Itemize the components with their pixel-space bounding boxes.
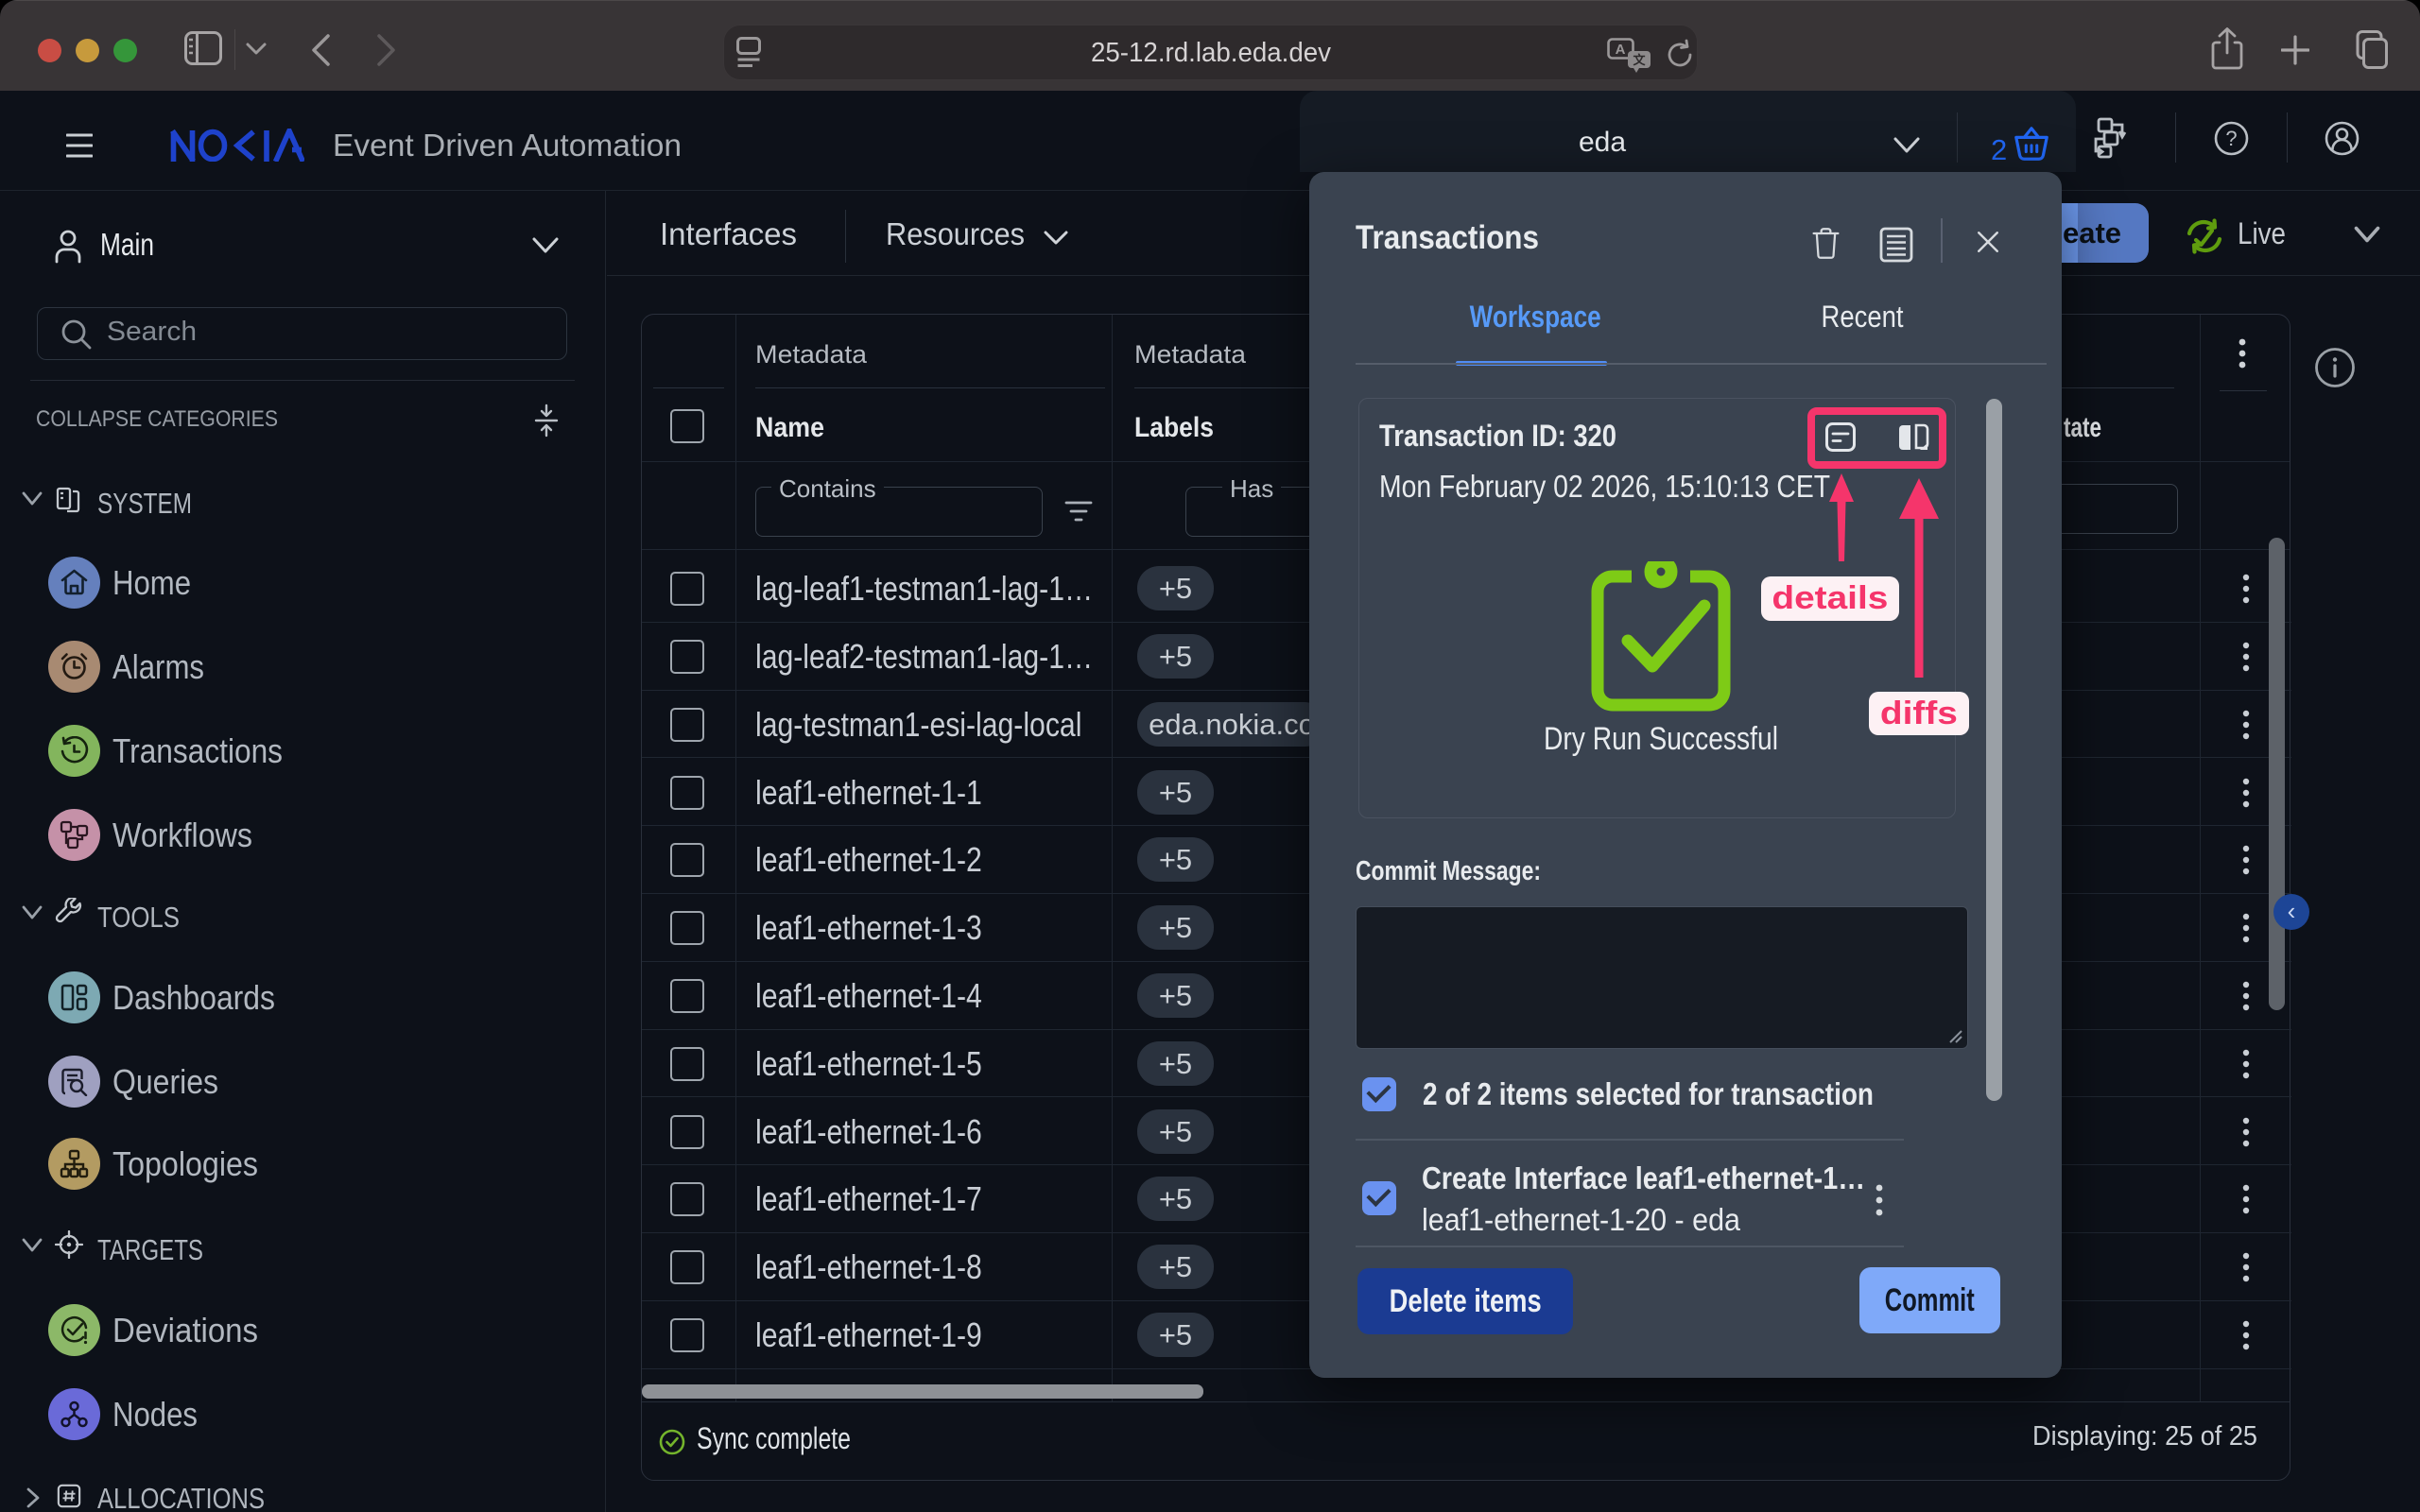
svg-text:?: ? — [2225, 127, 2237, 150]
svg-text:A: A — [1616, 42, 1626, 58]
svg-text:文: 文 — [1633, 53, 1646, 67]
